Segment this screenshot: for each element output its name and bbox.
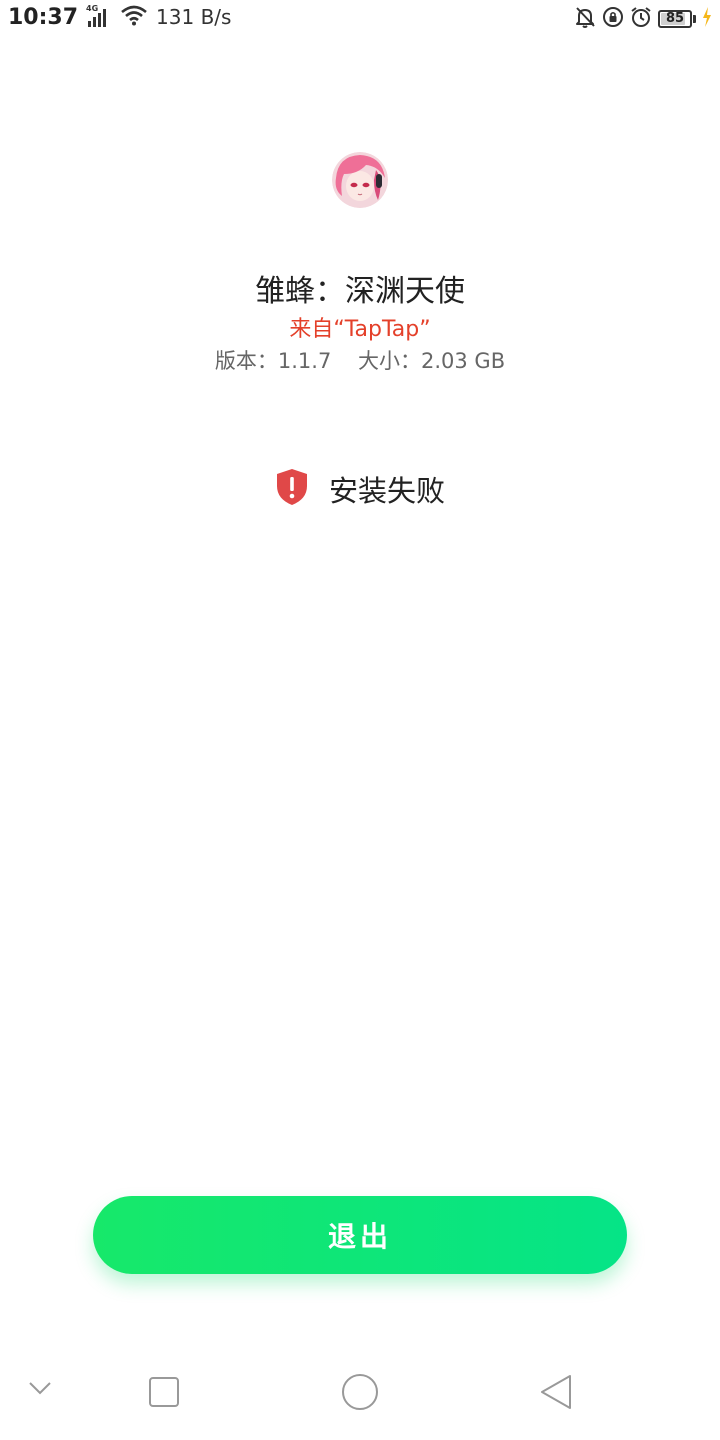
mute-icon [574,6,596,32]
battery-icon: 85 [658,10,696,28]
exit-button[interactable]: 退出 [93,1196,627,1274]
signal-icon: 4G [86,4,110,28]
recents-icon[interactable] [148,1376,180,1412]
status-bar: 10:37 4G 131 B/s 85 [0,0,720,40]
app-avatar-icon [332,152,388,208]
size-label: 大小：2.03 GB [358,349,506,373]
network-speed: 131 B/s [156,5,232,29]
charging-icon [702,6,712,32]
app-source: 来自“TapTap” [289,317,431,342]
shield-alert-icon [275,468,309,510]
battery-level: 85 [665,11,685,26]
app-name: 雏蜂：深渊天使 [255,274,465,309]
status-right: 85 [574,6,712,32]
alarm-icon [630,6,652,32]
network-type: 4G [86,4,99,13]
app-meta: 版本：1.1.7 大小：2.03 GB [0,345,720,375]
install-status-text: 安装失败 [328,474,445,508]
install-status: 安装失败 [0,468,720,510]
rotation-lock-icon [602,6,624,32]
status-left: 10:37 4G 131 B/s [8,4,231,30]
navigation-bar [0,1360,720,1424]
chevron-down-icon[interactable] [28,1380,52,1400]
clock: 10:37 [8,4,79,30]
wifi-icon [120,4,148,30]
back-icon[interactable] [538,1373,574,1415]
version-label: 版本：1.1.7 [214,349,332,373]
home-icon[interactable] [341,1373,379,1415]
